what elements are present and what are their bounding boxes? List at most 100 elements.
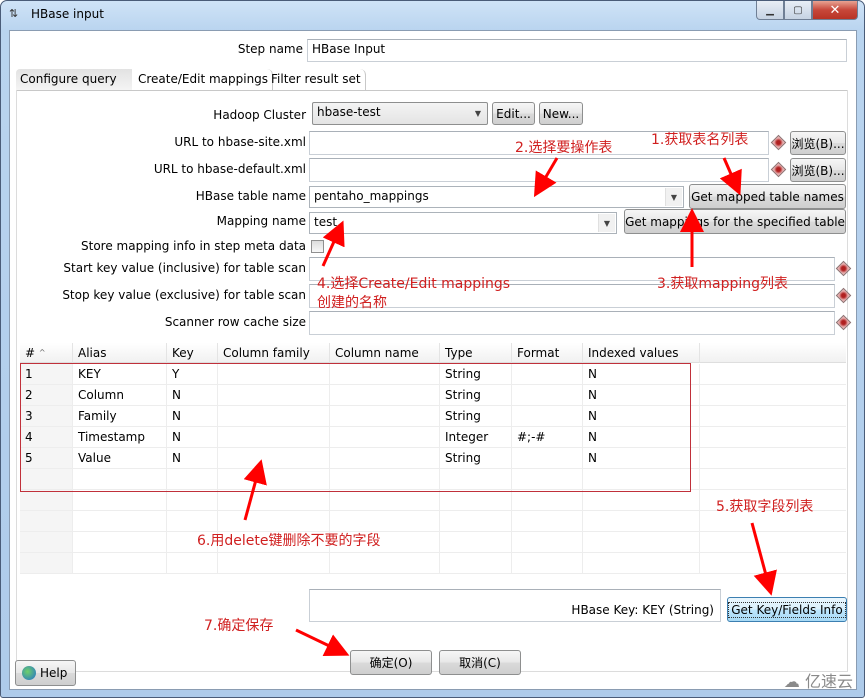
annotation-step-6: 6.用delete键删除不要的字段: [197, 533, 381, 549]
column-header[interactable]: Column name: [330, 343, 440, 363]
browse-default-button[interactable]: 浏览(B)...: [790, 158, 846, 182]
hbase-key-info-box: HBase Key: KEY (String): [309, 589, 721, 622]
column-header[interactable]: # ^: [20, 343, 73, 363]
annotation-step-1: 1.获取表名列表: [651, 132, 749, 148]
table-cell[interactable]: [583, 532, 700, 552]
table-cell[interactable]: [73, 532, 167, 552]
window-title: HBase input: [31, 7, 104, 21]
step-name-input[interactable]: HBase Input: [307, 39, 847, 62]
table-cell[interactable]: [512, 532, 583, 552]
close-button[interactable]: ✕: [812, 1, 858, 20]
table-cell: [700, 427, 846, 447]
table-cell[interactable]: [440, 553, 512, 573]
mapping-name-value: test: [314, 215, 338, 229]
column-header[interactable]: Indexed values: [583, 343, 700, 363]
column-header[interactable]: Column family: [218, 343, 330, 363]
row-number-cell[interactable]: [20, 511, 73, 531]
browse-site-button[interactable]: 浏览(B)...: [790, 131, 846, 155]
table-cell[interactable]: [330, 511, 440, 531]
table-cell: [700, 385, 846, 405]
table-cell[interactable]: [73, 553, 167, 573]
table-cell[interactable]: [218, 490, 330, 510]
tab-filter-result-set[interactable]: Filter result set: [267, 69, 366, 90]
hbase-step-icon: ⇅: [9, 7, 19, 20]
get-mapped-table-names-button[interactable]: Get mapped table names: [689, 184, 846, 209]
column-header[interactable]: Type: [440, 343, 512, 363]
column-header[interactable]: Alias: [73, 343, 167, 363]
table-cell[interactable]: [512, 553, 583, 573]
scanner-cache-label: Scanner row cache size: [164, 315, 306, 329]
row-number-cell[interactable]: [20, 532, 73, 552]
scanner-cache-input[interactable]: [309, 311, 835, 335]
new-cluster-button[interactable]: New...: [539, 102, 583, 125]
annotation-step-5: 5.获取字段列表: [716, 499, 814, 515]
annotation-step-4-line1: 4.选择Create/Edit mappings: [317, 276, 511, 292]
annotation-step-4-line2: 创建的名称: [317, 295, 387, 311]
store-mapping-label: Store mapping info in step meta data: [81, 239, 306, 253]
hbase-default-url-label: URL to hbase-default.xml: [153, 162, 306, 176]
column-header-filler: [700, 343, 846, 363]
help-button[interactable]: Help: [15, 660, 76, 686]
hbase-table-name-value: pentaho_mappings: [314, 189, 429, 203]
highlight-box: [20, 363, 691, 492]
table-cell[interactable]: [583, 490, 700, 510]
table-cell[interactable]: [167, 490, 218, 510]
table-cell[interactable]: [167, 511, 218, 531]
close-icon: ✕: [829, 2, 841, 18]
store-mapping-checkbox[interactable]: [311, 240, 324, 253]
table-cell: [700, 532, 846, 552]
table-row-empty[interactable]: [20, 553, 846, 574]
row-number-cell[interactable]: [20, 553, 73, 573]
table-cell[interactable]: [218, 553, 330, 573]
edit-cluster-button[interactable]: Edit...: [492, 102, 535, 125]
table-cell[interactable]: [440, 490, 512, 510]
maximize-icon: ▢: [793, 4, 803, 16]
table-cell[interactable]: [73, 511, 167, 531]
annotation-step-7: 7.确定保存: [204, 618, 274, 634]
table-cell: [700, 406, 846, 426]
title-bar[interactable]: ⇅ HBase input ▁ ▢ ✕: [1, 1, 864, 29]
maximize-button[interactable]: ▢: [784, 1, 812, 20]
hadoop-cluster-label: Hadoop Cluster: [213, 108, 306, 122]
mapping-name-label: Mapping name: [216, 214, 306, 228]
table-cell[interactable]: [440, 511, 512, 531]
table-cell[interactable]: [330, 553, 440, 573]
annotation-step-3: 3.获取mapping列表: [657, 276, 788, 292]
hadoop-cluster-value: hbase-test: [317, 105, 381, 119]
hbase-table-name-label: HBase table name: [195, 189, 306, 203]
tab-create-edit-mappings[interactable]: Create/Edit mappings: [134, 69, 274, 90]
get-key-fields-info-button[interactable]: Get Key/Fields Info: [727, 597, 847, 622]
table-cell[interactable]: [73, 490, 167, 510]
help-globe-icon: [22, 666, 36, 680]
step-name-label: Step name: [237, 42, 303, 56]
cancel-button[interactable]: 取消(C): [439, 650, 521, 675]
tab-configure-query[interactable]: Configure query: [16, 69, 132, 90]
table-cell[interactable]: [583, 511, 700, 531]
dialog-window: ⇅ HBase input ▁ ▢ ✕ Step name HBase Inpu…: [0, 0, 865, 698]
hbase-default-url-input[interactable]: [309, 158, 769, 182]
mapping-name-select[interactable]: test ▼: [309, 212, 617, 234]
table-cell[interactable]: [512, 511, 583, 531]
minimize-button[interactable]: ▁: [756, 1, 784, 20]
hbase-site-url-label: URL to hbase-site.xml: [174, 135, 306, 149]
chevron-down-icon: ▼: [665, 188, 682, 206]
table-cell[interactable]: [167, 553, 218, 573]
chevron-down-icon: ▼: [598, 214, 615, 232]
table-cell[interactable]: [218, 511, 330, 531]
hadoop-cluster-select[interactable]: hbase-test ▼: [312, 102, 488, 125]
hbase-table-name-select[interactable]: pentaho_mappings ▼: [309, 186, 684, 208]
table-cell: [700, 364, 846, 384]
table-cell[interactable]: [512, 490, 583, 510]
column-header[interactable]: Format: [512, 343, 583, 363]
row-number-cell[interactable]: [20, 490, 73, 510]
table-cell[interactable]: [330, 490, 440, 510]
start-key-label: Start key value (inclusive) for table sc…: [63, 261, 306, 275]
ok-button[interactable]: 确定(O): [350, 650, 432, 675]
annotation-step-2: 2.选择要操作表: [515, 140, 613, 156]
table-cell[interactable]: [440, 532, 512, 552]
get-mappings-button[interactable]: Get mappings for the specified table: [624, 209, 846, 234]
table-row-empty[interactable]: [20, 532, 846, 553]
column-header[interactable]: Key: [167, 343, 218, 363]
table-cell[interactable]: [583, 553, 700, 573]
sort-ascending-icon: ^: [38, 348, 46, 357]
